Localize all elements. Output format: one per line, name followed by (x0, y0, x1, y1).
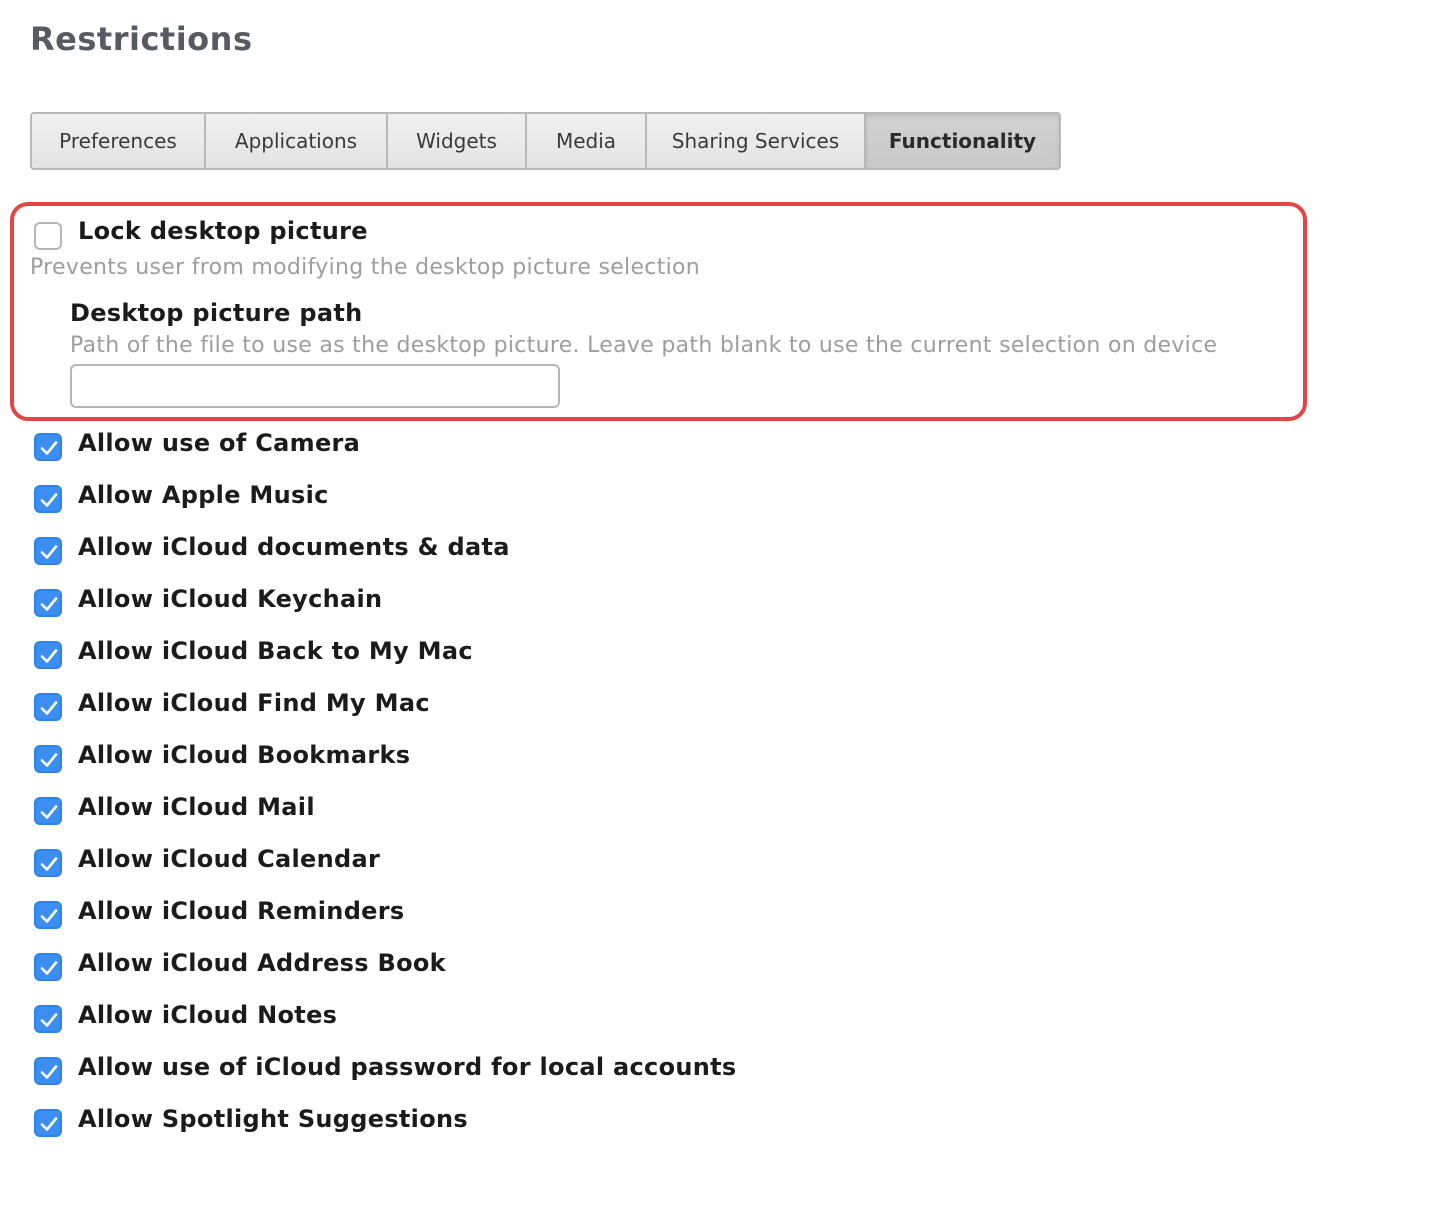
option-label: Allow iCloud Calendar (78, 845, 381, 873)
option-row: Allow iCloud Address Book (0, 949, 800, 989)
lock-desktop-description: Prevents user from modifying the desktop… (30, 255, 701, 280)
option-label: Allow use of iCloud password for local a… (78, 1053, 737, 1081)
tab-functionality[interactable]: Functionality (866, 114, 1059, 168)
option-row: Allow iCloud Notes (0, 1001, 800, 1041)
option-row: Allow iCloud Mail (0, 793, 800, 833)
option-row: Allow iCloud Calendar (0, 845, 800, 885)
option-row: Allow iCloud Keychain (0, 585, 800, 625)
option-checkbox[interactable] (34, 641, 62, 669)
option-checkbox[interactable] (34, 1005, 62, 1033)
option-checkbox[interactable] (34, 1109, 62, 1137)
option-label: Allow iCloud Bookmarks (78, 741, 411, 769)
option-checkbox[interactable] (34, 745, 62, 773)
desktop-path-label: Desktop picture path (70, 299, 363, 327)
option-checkbox[interactable] (34, 485, 62, 513)
option-label: Allow iCloud Mail (78, 793, 315, 821)
desktop-path-input[interactable] (70, 364, 560, 408)
tab-preferences[interactable]: Preferences (32, 114, 206, 168)
option-label: Allow Apple Music (78, 481, 329, 509)
lock-desktop-checkbox[interactable] (34, 222, 62, 250)
option-label: Allow iCloud documents & data (78, 533, 510, 561)
option-row: Allow iCloud Bookmarks (0, 741, 800, 781)
option-row: Allow iCloud Back to My Mac (0, 637, 800, 677)
option-checkbox[interactable] (34, 849, 62, 877)
option-row: Allow use of Camera (0, 429, 800, 469)
tab-widgets[interactable]: Widgets (388, 114, 527, 168)
option-label: Allow iCloud Find My Mac (78, 689, 430, 717)
option-label: Allow Spotlight Suggestions (78, 1105, 468, 1133)
option-row: Allow Apple Music (0, 481, 800, 521)
option-label: Allow iCloud Reminders (78, 897, 405, 925)
option-label: Allow iCloud Address Book (78, 949, 446, 977)
tab-media[interactable]: Media (527, 114, 647, 168)
option-checkbox[interactable] (34, 537, 62, 565)
option-checkbox[interactable] (34, 901, 62, 929)
lock-desktop-label: Lock desktop picture (78, 217, 368, 245)
option-label: Allow iCloud Keychain (78, 585, 383, 613)
option-row: Allow Spotlight Suggestions (0, 1105, 800, 1145)
tab-applications[interactable]: Applications (206, 114, 388, 168)
tab-bar: Preferences Applications Widgets Media S… (30, 112, 1061, 170)
option-row: Allow use of iCloud password for local a… (0, 1053, 800, 1093)
option-label: Allow iCloud Notes (78, 1001, 338, 1029)
option-checkbox[interactable] (34, 797, 62, 825)
option-checkbox[interactable] (34, 1057, 62, 1085)
option-checkbox[interactable] (34, 693, 62, 721)
option-checkbox[interactable] (34, 953, 62, 981)
option-checkbox[interactable] (34, 433, 62, 461)
tab-sharing-services[interactable]: Sharing Services (647, 114, 866, 168)
option-checkbox[interactable] (34, 589, 62, 617)
option-row: Allow iCloud documents & data (0, 533, 800, 573)
option-label: Allow iCloud Back to My Mac (78, 637, 473, 665)
option-label: Allow use of Camera (78, 429, 361, 457)
desktop-path-description: Path of the file to use as the desktop p… (70, 333, 1218, 358)
page-title: Restrictions (30, 20, 253, 58)
option-row: Allow iCloud Reminders (0, 897, 800, 937)
option-row: Allow iCloud Find My Mac (0, 689, 800, 729)
